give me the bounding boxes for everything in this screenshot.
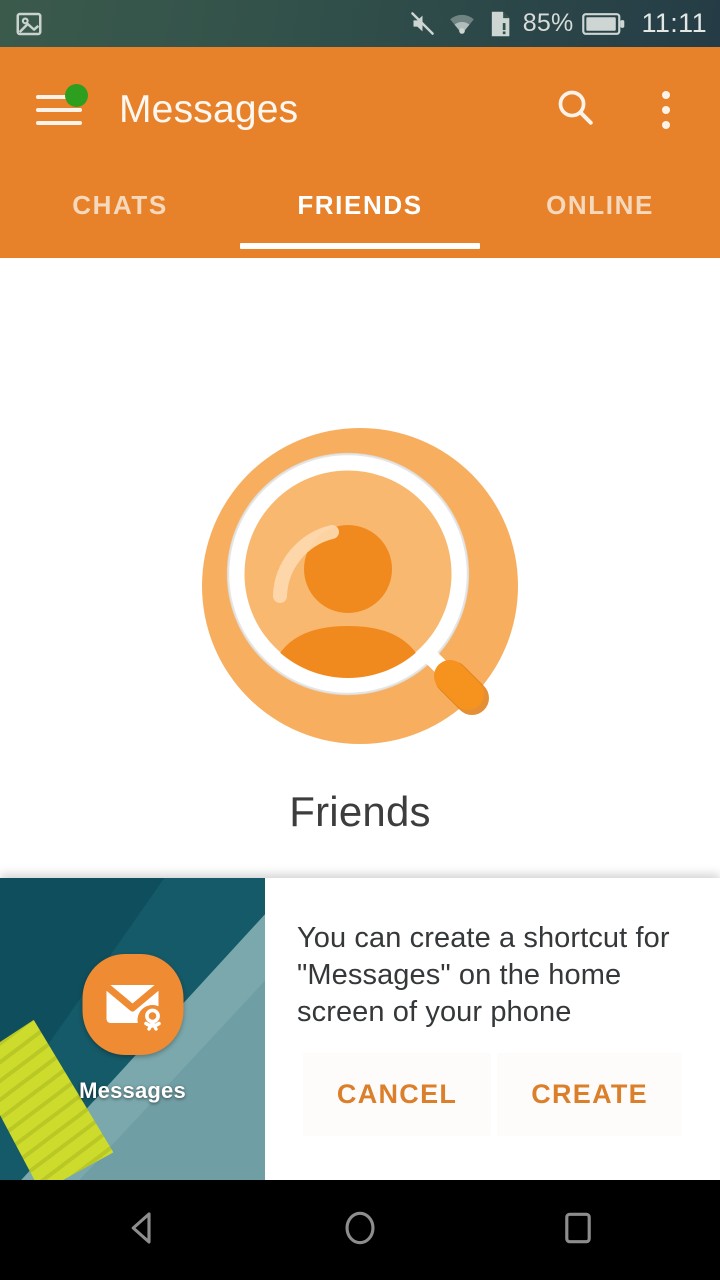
tab-chats[interactable]: CHATS	[0, 172, 240, 258]
back-triangle-icon	[121, 1207, 163, 1254]
app-bar: Messages CHATS FRIENDS ONLINE	[0, 47, 720, 258]
back-button[interactable]	[107, 1195, 177, 1265]
create-shortcut-dialog: Messages You can create a shortcut for "…	[0, 878, 720, 1180]
more-vert-icon	[662, 105, 670, 114]
tab-bar: CHATS FRIENDS ONLINE	[0, 172, 720, 258]
home-button[interactable]	[325, 1195, 395, 1265]
tab-online[interactable]: ONLINE	[480, 172, 720, 258]
shortcut-preview-label: Messages	[79, 1078, 186, 1103]
more-vert-icon	[662, 120, 670, 129]
tab-active-indicator	[240, 243, 480, 249]
recents-square-icon	[557, 1207, 599, 1254]
hamburger-menu-icon[interactable]	[36, 83, 88, 127]
tab-label: CHATS	[72, 190, 168, 220]
status-bar-indicators: 85% 11:11	[409, 8, 720, 39]
cancel-button[interactable]: CANCEL	[302, 1053, 492, 1136]
overflow-menu-button[interactable]	[652, 85, 680, 135]
menu-notification-badge	[65, 83, 88, 107]
wifi-icon	[447, 10, 477, 37]
create-button[interactable]: CREATE	[497, 1053, 682, 1136]
tab-label: ONLINE	[546, 190, 654, 220]
phone-screen: 85% 11:11 Messages CHATS FRIENDS ONLINE …	[0, 0, 720, 1280]
app-bar-actions	[554, 85, 720, 135]
app-bar-top-row: Messages	[0, 47, 720, 172]
more-vert-icon	[662, 90, 670, 99]
shortcut-preview-image: Messages	[0, 878, 265, 1180]
status-bar-notifications	[0, 9, 44, 39]
android-navigation-bar	[0, 1180, 720, 1280]
empty-state-content: Friends	[0, 258, 720, 878]
volume-mute-icon	[409, 10, 436, 37]
tab-label: FRIENDS	[297, 190, 423, 220]
home-circle-icon	[339, 1207, 381, 1254]
recents-button[interactable]	[543, 1195, 613, 1265]
status-bar: 85% 11:11	[0, 0, 720, 47]
search-button[interactable]	[554, 86, 596, 133]
search-person-magnifier-icon	[200, 426, 520, 746]
battery-percent-label: 85%	[522, 9, 574, 37]
screenshot-image-icon	[14, 9, 44, 39]
dialog-action-row: CANCEL CREATE	[297, 1053, 682, 1180]
dialog-message: You can create a shortcut for "Messages"…	[297, 922, 670, 1028]
search-icon	[554, 86, 596, 133]
empty-state-title: Friends	[289, 788, 431, 835]
page-title: Messages	[119, 88, 299, 131]
battery-icon	[582, 12, 626, 36]
dialog-body: You can create a shortcut for "Messages"…	[265, 878, 720, 1180]
tab-friends[interactable]: FRIENDS	[240, 172, 480, 258]
status-bar-clock: 11:11	[641, 8, 707, 38]
messages-ok-envelope-icon	[82, 954, 183, 1055]
sim-card-alert-icon	[488, 10, 512, 38]
